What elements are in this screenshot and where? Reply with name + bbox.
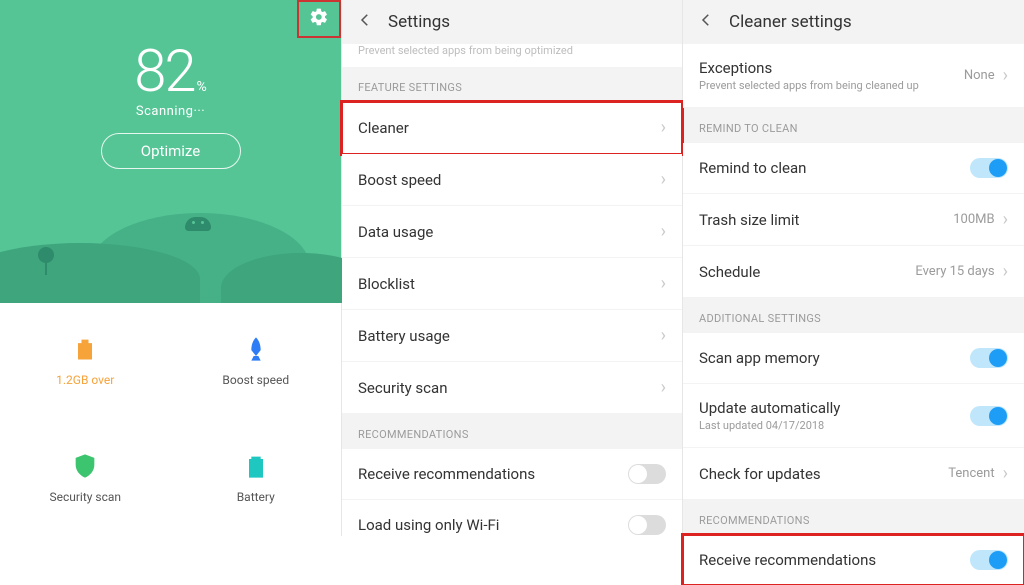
row-trash-size-limit[interactable]: Trash size limit 100MB › — [683, 194, 1024, 246]
chevron-right-icon: › — [661, 221, 666, 242]
chevron-right-icon: › — [1003, 463, 1008, 484]
row-label: Trash size limit — [699, 211, 799, 229]
section-recommendations: RECOMMENDATIONS — [683, 500, 1024, 535]
row-receive-recommendations[interactable]: Receive recommendations — [683, 535, 1024, 585]
chevron-right-icon: › — [1003, 65, 1008, 86]
chevron-right-icon: › — [661, 273, 666, 294]
battery-icon — [242, 452, 270, 480]
row-subtext: Prevent selected apps from being cleaned… — [699, 79, 919, 92]
toggle-off[interactable] — [628, 464, 666, 484]
toggle-on[interactable] — [970, 406, 1008, 426]
row-label: Exceptions — [699, 59, 919, 77]
scan-status: Scanning··· — [0, 104, 341, 119]
settings-panel: Settings Prevent selected apps from bein… — [341, 0, 682, 536]
cleaner-settings-panel: Cleaner settings Exceptions Prevent sele… — [682, 0, 1024, 536]
row-blocklist[interactable]: Blocklist › — [342, 258, 682, 310]
tile-cleaner[interactable]: 1.2GB over — [0, 303, 171, 420]
row-remind-to-clean[interactable]: Remind to clean — [683, 143, 1024, 194]
shield-icon — [71, 452, 99, 480]
landscape-illustration: ᭼ ᭼ — [0, 183, 341, 303]
tile-label: Security scan — [49, 490, 121, 504]
row-schedule[interactable]: Schedule Every 15 days › — [683, 246, 1024, 298]
security-app-panel: 82% Scanning··· Optimize ᭼ ᭼ 1.2GB over … — [0, 0, 341, 536]
row-label: Receive recommendations — [358, 465, 535, 483]
row-boost-speed[interactable]: Boost speed › — [342, 154, 682, 206]
score-percent: % — [197, 79, 207, 95]
row-battery-usage[interactable]: Battery usage › — [342, 310, 682, 362]
optimize-button[interactable]: Optimize — [101, 133, 241, 169]
trash-icon — [71, 335, 99, 363]
row-label: Remind to clean — [699, 159, 806, 177]
rocket-icon — [242, 335, 270, 363]
chevron-right-icon: › — [1003, 261, 1008, 282]
back-icon[interactable] — [697, 11, 715, 34]
row-label: Schedule — [699, 263, 760, 281]
row-label: Blocklist — [358, 275, 415, 293]
header-title: Cleaner settings — [729, 12, 852, 32]
score-number: 82 — [134, 38, 194, 106]
row-update-automatically[interactable]: Update automatically Last updated 04/17/… — [683, 384, 1024, 448]
row-label: Data usage — [358, 223, 433, 241]
tile-battery[interactable]: Battery — [171, 420, 342, 537]
toggle-on[interactable] — [970, 550, 1008, 570]
chevron-right-icon: › — [661, 117, 666, 138]
header: Cleaner settings — [683, 0, 1024, 44]
row-label: Cleaner — [358, 119, 409, 137]
row-value: None — [964, 68, 995, 83]
row-label: Boost speed — [358, 171, 441, 189]
row-label: Scan app memory — [699, 349, 820, 367]
toggle-on[interactable] — [970, 158, 1008, 178]
settings-gear-highlight — [297, 0, 341, 38]
tile-boost[interactable]: Boost speed — [171, 303, 342, 420]
truncated-subtext: Prevent selected apps from being optimiz… — [342, 44, 682, 67]
row-label: Update automatically — [699, 399, 840, 417]
row-label: Receive recommendations — [699, 551, 876, 569]
row-label: Battery usage — [358, 327, 450, 345]
section-recommendations: RECOMMENDATIONS — [342, 414, 682, 449]
row-exceptions[interactable]: Exceptions Prevent selected apps from be… — [683, 44, 1024, 108]
row-scan-app-memory[interactable]: Scan app memory — [683, 333, 1024, 384]
security-hero: 82% Scanning··· Optimize ᭼ ᭼ — [0, 0, 341, 303]
row-label: Check for updates — [699, 465, 821, 483]
header: Settings — [342, 0, 682, 44]
feature-grid: 1.2GB over Boost speed Security scan Bat… — [0, 303, 341, 536]
chevron-right-icon: › — [1003, 209, 1008, 230]
back-icon[interactable] — [356, 11, 374, 34]
tile-security[interactable]: Security scan — [0, 420, 171, 537]
row-label: Load using only Wi-Fi — [358, 516, 499, 534]
tile-label: 1.2GB over — [56, 373, 114, 387]
row-label: Security scan — [358, 379, 447, 397]
row-cleaner[interactable]: Cleaner › — [342, 102, 682, 154]
row-value: Tencent — [948, 466, 994, 481]
row-load-wifi-only[interactable]: Load using only Wi-Fi — [342, 500, 682, 550]
row-value: 100MB — [953, 212, 994, 227]
row-check-updates[interactable]: Check for updates Tencent › — [683, 448, 1024, 500]
row-data-usage[interactable]: Data usage › — [342, 206, 682, 258]
section-additional: ADDITIONAL SETTINGS — [683, 298, 1024, 333]
tile-label: Boost speed — [222, 373, 289, 387]
row-receive-recommendations[interactable]: Receive recommendations — [342, 449, 682, 500]
gear-icon[interactable] — [309, 7, 329, 31]
toggle-off[interactable] — [628, 515, 666, 535]
tile-label: Battery — [237, 490, 275, 504]
section-feature-settings: FEATURE SETTINGS — [342, 67, 682, 102]
chevron-right-icon: › — [661, 377, 666, 398]
score-block: 82% Scanning··· Optimize — [0, 0, 341, 169]
row-value: Every 15 days — [915, 264, 994, 279]
row-subtext: Last updated 04/17/2018 — [699, 419, 840, 432]
row-security-scan[interactable]: Security scan › — [342, 362, 682, 414]
chevron-right-icon: › — [661, 169, 666, 190]
header-title: Settings — [388, 12, 450, 32]
toggle-on[interactable] — [970, 348, 1008, 368]
section-remind: REMIND TO CLEAN — [683, 108, 1024, 143]
chevron-right-icon: › — [661, 325, 666, 346]
